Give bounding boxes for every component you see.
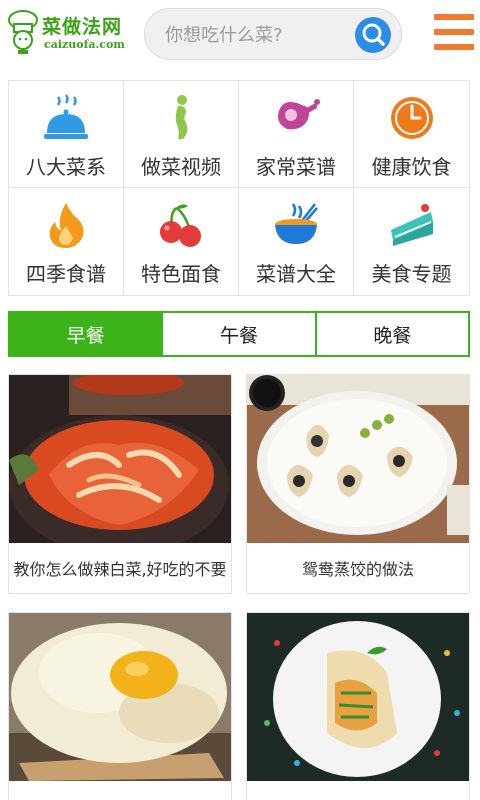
category-healthy-diet[interactable]: 健康饮食 xyxy=(354,81,469,188)
category-cooking-video[interactable]: 做菜视频 xyxy=(124,81,239,188)
hamburger-line xyxy=(434,44,474,50)
meal-tabs: 早餐 午餐 晚餐 xyxy=(8,311,470,357)
cloud-egg-photo xyxy=(9,613,231,781)
hamburger-menu-icon xyxy=(434,14,474,20)
app-header: 菜做法网 caizuofa.com xyxy=(0,0,480,68)
recipe-card[interactable] xyxy=(8,612,232,800)
menu-button[interactable] xyxy=(434,14,474,50)
recipe-card[interactable] xyxy=(246,612,470,800)
recipe-title xyxy=(247,781,469,800)
tab-breakfast[interactable]: 早餐 xyxy=(10,313,164,355)
chef-hat-icon xyxy=(8,10,38,54)
search-button[interactable] xyxy=(355,17,391,53)
cloche-icon xyxy=(44,94,88,139)
search-icon xyxy=(362,23,385,46)
recipe-card[interactable]: 教你怎么做辣白菜,好吃的不要 xyxy=(8,374,232,594)
category-eight-cuisines[interactable]: 八大菜系 xyxy=(9,81,124,188)
kimchi-photo xyxy=(9,375,231,543)
category-seasonal-recipes[interactable]: 四季食谱 xyxy=(9,188,124,295)
category-label: 美食专题 xyxy=(371,262,452,286)
category-label: 家常菜谱 xyxy=(256,155,336,179)
category-label: 做菜视频 xyxy=(141,155,221,179)
search-bar xyxy=(144,8,402,60)
category-label: 四季食谱 xyxy=(26,262,106,286)
recipe-title xyxy=(9,781,231,800)
search-input[interactable] xyxy=(165,21,345,49)
wrap-roll-photo xyxy=(247,613,469,781)
site-logo[interactable]: 菜做法网 caizuofa.com xyxy=(4,8,125,56)
tab-lunch[interactable]: 午餐 xyxy=(163,313,317,355)
category-food-topics[interactable]: 美食专题 xyxy=(354,188,469,295)
bowl-icon xyxy=(275,203,318,244)
cake-slice-icon xyxy=(390,204,433,246)
recipe-card[interactable]: 鸳鸯蒸饺的做法 xyxy=(246,374,470,594)
tab-dinner[interactable]: 晚餐 xyxy=(316,313,468,355)
recipe-title: 教你怎么做辣白菜,好吃的不要 xyxy=(13,560,227,579)
figure-icon xyxy=(175,95,188,139)
category-grid: 八大菜系 做菜视频 家常菜谱 健康饮食 四季食谱 特色面食 菜谱大全 美食专题 xyxy=(8,80,470,296)
logo-subtitle: caizuofa.com xyxy=(44,38,125,51)
cherries-icon xyxy=(160,204,201,247)
ham-leg-icon xyxy=(278,99,320,130)
category-home-recipes[interactable]: 家常菜谱 xyxy=(239,81,354,188)
clock-icon xyxy=(390,97,433,139)
dumplings-photo xyxy=(247,375,469,543)
logo-title: 菜做法网 xyxy=(42,16,123,38)
category-recipe-collection[interactable]: 菜谱大全 xyxy=(239,188,354,295)
hamburger-line xyxy=(434,29,474,35)
category-special-noodles[interactable]: 特色面食 xyxy=(124,188,239,295)
recipe-title: 鸳鸯蒸饺的做法 xyxy=(301,560,414,579)
category-label: 菜谱大全 xyxy=(256,262,336,286)
category-label: 特色面食 xyxy=(141,262,221,286)
flame-icon xyxy=(49,203,84,248)
category-label: 八大菜系 xyxy=(26,155,106,179)
category-label: 健康饮食 xyxy=(371,155,452,179)
